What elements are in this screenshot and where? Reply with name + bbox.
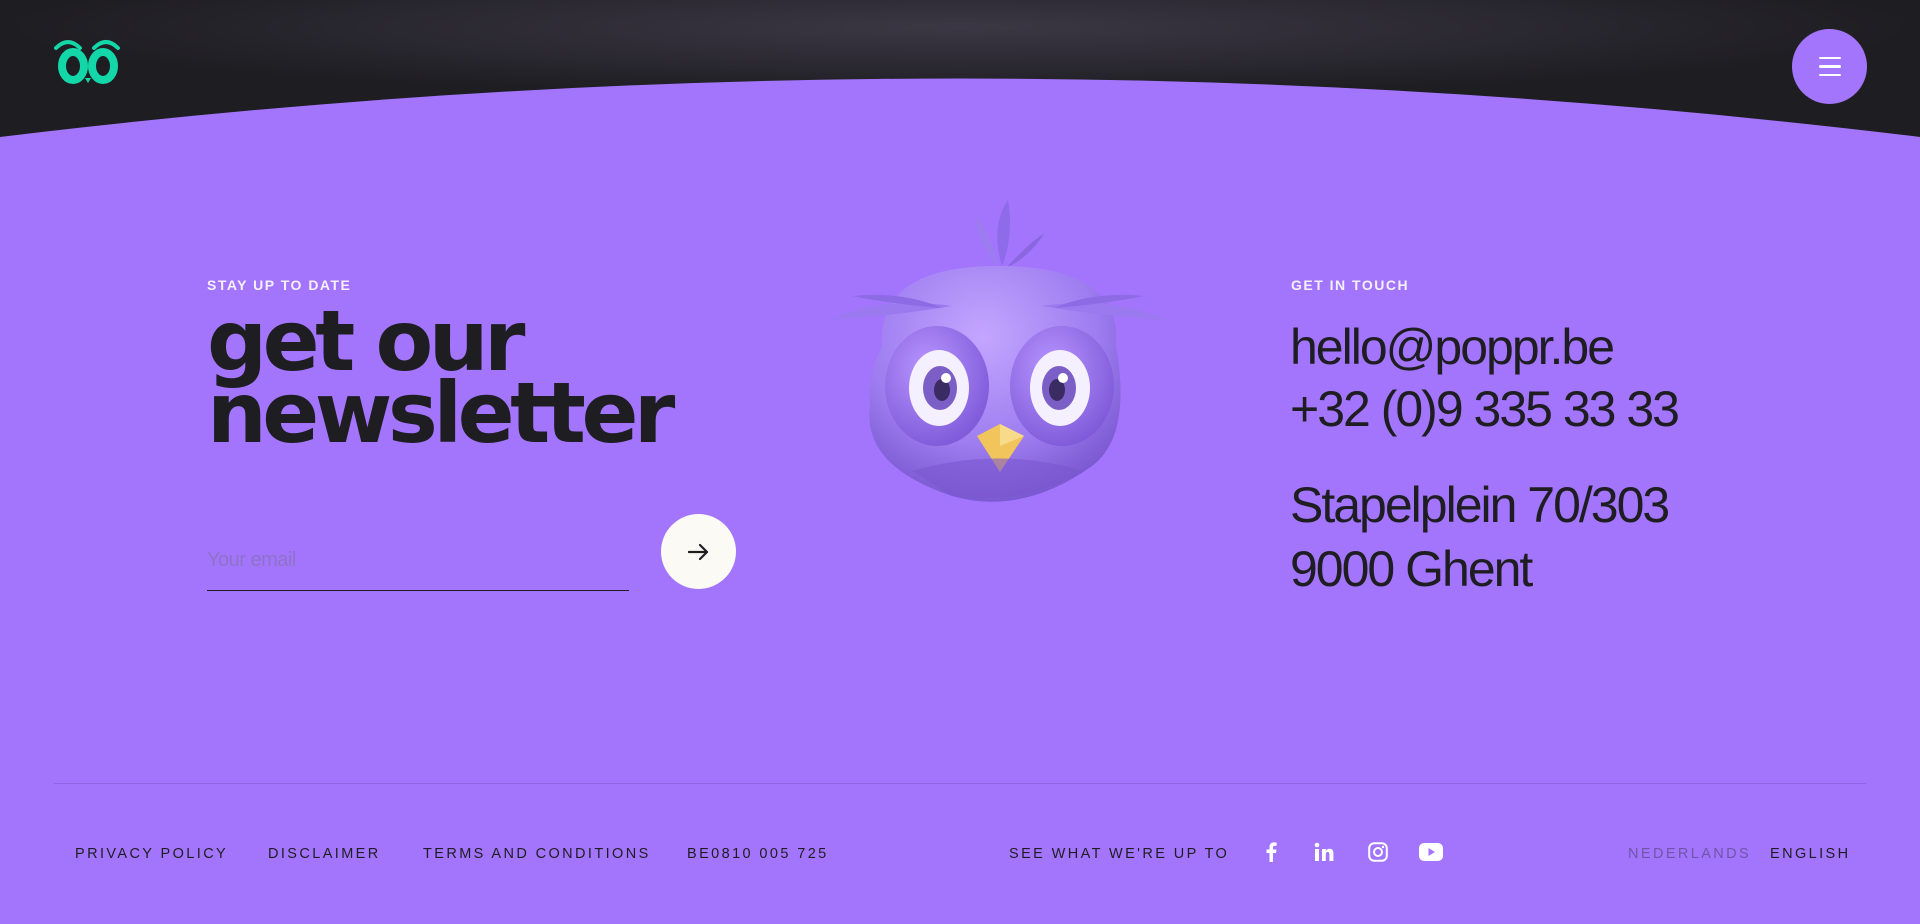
- headline-line-2: newsletter: [207, 364, 675, 462]
- address-line-1: Stapelplein 70/303: [1290, 477, 1670, 533]
- hamburger-icon: [1818, 54, 1841, 80]
- linkedin-icon[interactable]: [1310, 838, 1338, 866]
- address-line-2: 9000 Ghent: [1290, 541, 1533, 597]
- vat-number: BE0810 005 725: [687, 846, 829, 862]
- privacy-policy-link[interactable]: PRIVACY POLICY: [75, 846, 228, 862]
- arrow-right-icon: [687, 543, 708, 560]
- newsletter-headline: get our newsletter: [207, 299, 727, 455]
- terms-link[interactable]: TERMS AND CONDITIONS: [423, 846, 651, 862]
- facebook-icon[interactable]: [1257, 838, 1285, 866]
- disclaimer-link[interactable]: DISCLAIMER: [268, 846, 381, 862]
- newsletter-kicker: STAY UP TO DATE: [207, 277, 352, 293]
- language-nederlands[interactable]: NEDERLANDS: [1628, 846, 1751, 862]
- language-english[interactable]: ENGLISH: [1770, 846, 1850, 862]
- instagram-icon[interactable]: [1364, 838, 1392, 866]
- header-band: [0, 0, 1920, 137]
- email-input[interactable]: [207, 530, 629, 590]
- contact-kicker: GET IN TOUCH: [1291, 277, 1410, 293]
- social-label: SEE WHAT WE'RE UP TO: [1009, 846, 1230, 862]
- contact-phone-link[interactable]: +32 (0)9 335 33 33: [1290, 380, 1680, 438]
- menu-button[interactable]: [1792, 29, 1867, 104]
- contact-email-link[interactable]: hello@poppr.be: [1290, 318, 1615, 376]
- owl-mascot-image: [830, 200, 1166, 502]
- footer-divider: [54, 783, 1866, 784]
- newsletter-submit-button[interactable]: [661, 514, 736, 589]
- poppr-logo-icon[interactable]: [54, 36, 122, 88]
- email-field-wrapper: [207, 530, 629, 591]
- youtube-icon[interactable]: [1416, 838, 1446, 866]
